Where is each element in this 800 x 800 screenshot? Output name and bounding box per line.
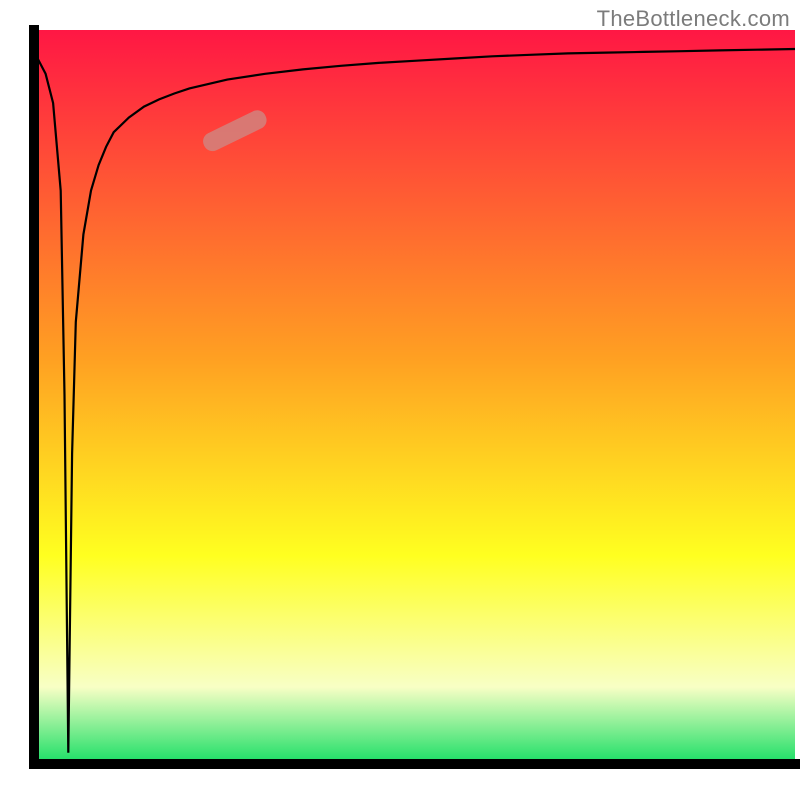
chart-frame: TheBottleneck.com	[0, 0, 800, 800]
bottleneck-chart	[0, 0, 800, 800]
plot-background	[38, 30, 795, 760]
